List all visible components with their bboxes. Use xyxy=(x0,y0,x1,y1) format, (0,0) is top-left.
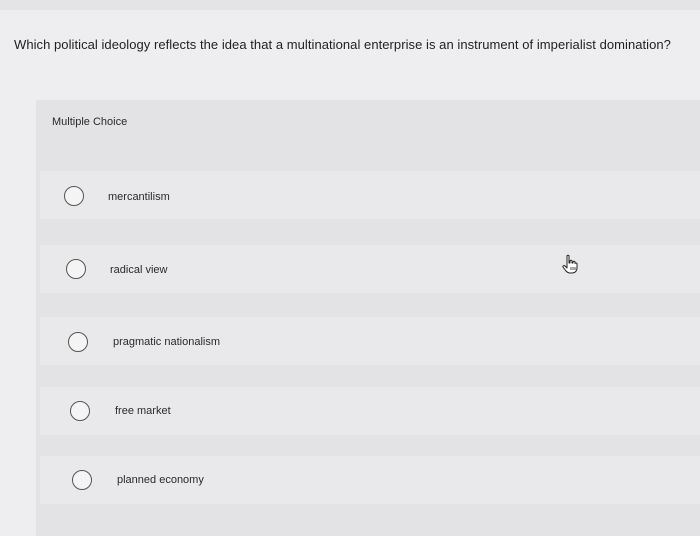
radio-unselected-icon[interactable] xyxy=(72,470,92,490)
choice-radical-view[interactable]: radical view xyxy=(40,245,700,293)
choice-label: free market xyxy=(115,405,171,417)
radio-unselected-icon[interactable] xyxy=(68,332,88,352)
choice-label: radical view xyxy=(110,264,168,276)
choice-free-market[interactable]: free market xyxy=(40,387,700,435)
hand-pointer-icon xyxy=(562,254,578,274)
radio-unselected-icon[interactable] xyxy=(64,186,84,206)
radio-unselected-icon[interactable] xyxy=(66,259,86,279)
question-type-label: Multiple Choice xyxy=(52,116,128,128)
top-divider xyxy=(0,0,700,10)
radio-unselected-icon[interactable] xyxy=(70,401,90,421)
choice-mercantilism[interactable]: mercantilism xyxy=(40,171,700,219)
choice-planned-economy[interactable]: planned economy xyxy=(40,456,700,504)
choice-label: pragmatic nationalism xyxy=(113,336,220,348)
choice-label: mercantilism xyxy=(108,191,170,203)
question-text: Which political ideology reflects the id… xyxy=(14,37,671,52)
choice-label: planned economy xyxy=(117,474,204,486)
choice-pragmatic-nationalism[interactable]: pragmatic nationalism xyxy=(40,317,700,365)
